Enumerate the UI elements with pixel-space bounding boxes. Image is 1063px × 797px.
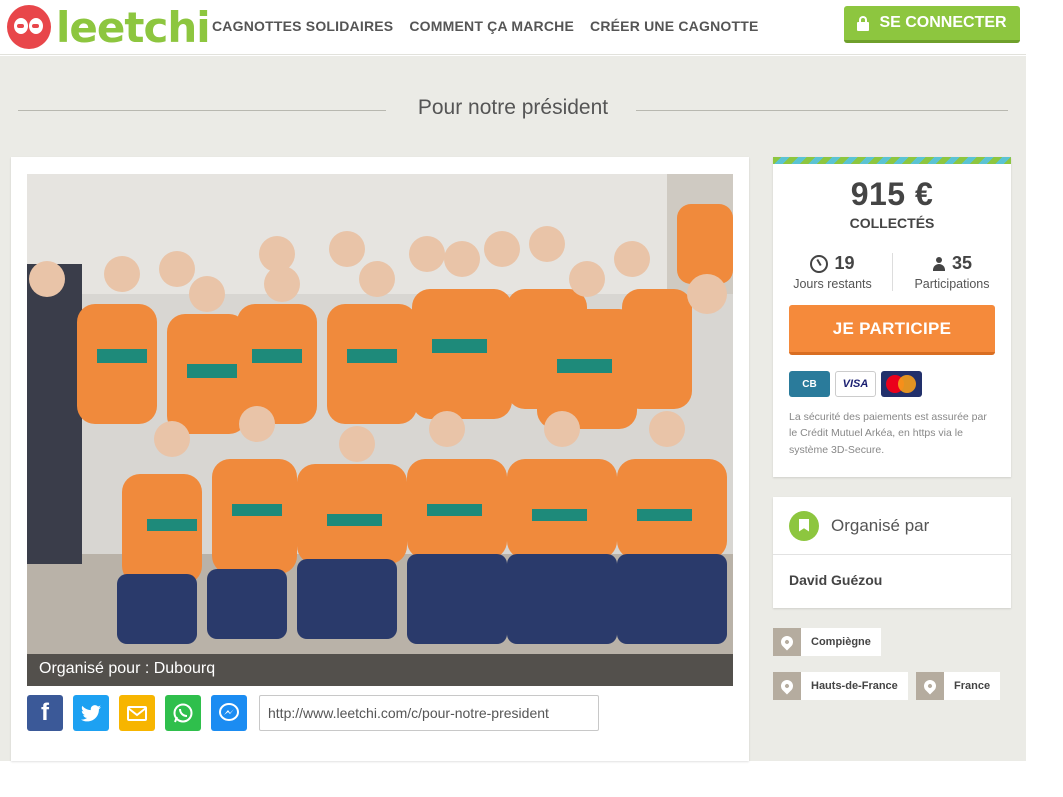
login-label: SE CONNECTER	[879, 14, 1007, 31]
decorative-stripe	[773, 157, 1011, 164]
participants-label: Participations	[914, 277, 990, 291]
whatsapp-share-button[interactable]	[165, 695, 201, 731]
security-notice: La sécurité des paiements est assurée pa…	[789, 411, 987, 456]
participate-button[interactable]: JE PARTICIPE	[789, 305, 995, 355]
logo-eyes-icon	[7, 5, 51, 49]
nav-comment-ca-marche[interactable]: COMMENT ÇA MARCHE	[409, 18, 574, 34]
campaign-photo: Organisé pour : Dubourq	[27, 174, 733, 686]
messenger-icon	[219, 703, 239, 721]
collected-label: COLLECTÉS	[849, 215, 935, 231]
organizer-card: Organisé par David Guézou	[773, 497, 1011, 608]
location-tag-country[interactable]: France	[916, 672, 1001, 700]
participants-value: 35	[951, 253, 973, 273]
location-tag-region[interactable]: Hauts-de-France	[773, 672, 908, 700]
map-pin-icon	[921, 677, 939, 695]
map-pin-icon	[778, 677, 796, 695]
page-title-row: Pour notre président	[0, 96, 1026, 126]
map-pin-icon	[778, 633, 796, 651]
funds-card: 915 € COLLECTÉS 19 Jours restants 35 Par…	[773, 157, 1011, 477]
days-left-value: 19	[834, 253, 855, 273]
whatsapp-icon	[173, 703, 193, 723]
messenger-share-button[interactable]	[211, 695, 247, 731]
email-share-button[interactable]	[119, 695, 155, 731]
share-url-input[interactable]	[259, 695, 599, 731]
twitter-share-button[interactable]	[73, 695, 109, 731]
clock-icon	[810, 254, 829, 273]
days-left-label: Jours restants	[793, 277, 872, 291]
login-button[interactable]: SE CONNECTER	[844, 6, 1020, 43]
share-bar: f	[27, 695, 599, 731]
team-photo-illustration	[27, 174, 733, 686]
days-left-stat: 19 Jours restants	[773, 253, 892, 291]
page-title: Pour notre président	[397, 96, 629, 119]
visa-card-icon: VISA	[835, 371, 876, 397]
facebook-share-button[interactable]: f	[27, 695, 63, 731]
facebook-icon: f	[41, 699, 49, 726]
location-city: Compiègne	[811, 636, 871, 648]
participants-stat: 35 Participations	[892, 253, 1011, 291]
location-tag-city[interactable]: Compiègne	[773, 628, 881, 656]
lock-icon	[857, 16, 870, 31]
organizer-title: Organisé par	[831, 515, 930, 535]
main-nav: CAGNOTTES SOLIDAIRES COMMENT ÇA MARCHE C…	[212, 18, 759, 34]
location-region: Hauts-de-France	[811, 680, 898, 692]
organizer-name[interactable]: David Guézou	[773, 555, 1011, 605]
payment-methods: CB VISA	[789, 371, 995, 397]
amount-collected: 915 €	[850, 176, 934, 212]
campaign-stats: 19 Jours restants 35 Participations	[773, 253, 1011, 291]
person-icon	[932, 256, 946, 271]
leetchi-logo[interactable]: leetchi	[7, 3, 211, 52]
email-icon	[127, 705, 147, 721]
cb-card-icon: CB	[789, 371, 830, 397]
campaign-card: Organisé pour : Dubourq f	[11, 157, 749, 761]
twitter-icon	[81, 704, 101, 721]
mastercard-icon	[881, 371, 922, 397]
location-country: France	[954, 680, 991, 692]
bookmark-badge-icon	[789, 510, 819, 541]
nav-creer-une-cagnotte[interactable]: CRÉER UNE CAGNOTTE	[590, 18, 759, 34]
nav-cagnottes-solidaires[interactable]: CAGNOTTES SOLIDAIRES	[212, 18, 393, 34]
top-header: leetchi CAGNOTTES SOLIDAIRES COMMENT ÇA …	[0, 0, 1026, 55]
logo-text: leetchi	[56, 2, 211, 52]
photo-caption: Organisé pour : Dubourq	[27, 654, 733, 686]
